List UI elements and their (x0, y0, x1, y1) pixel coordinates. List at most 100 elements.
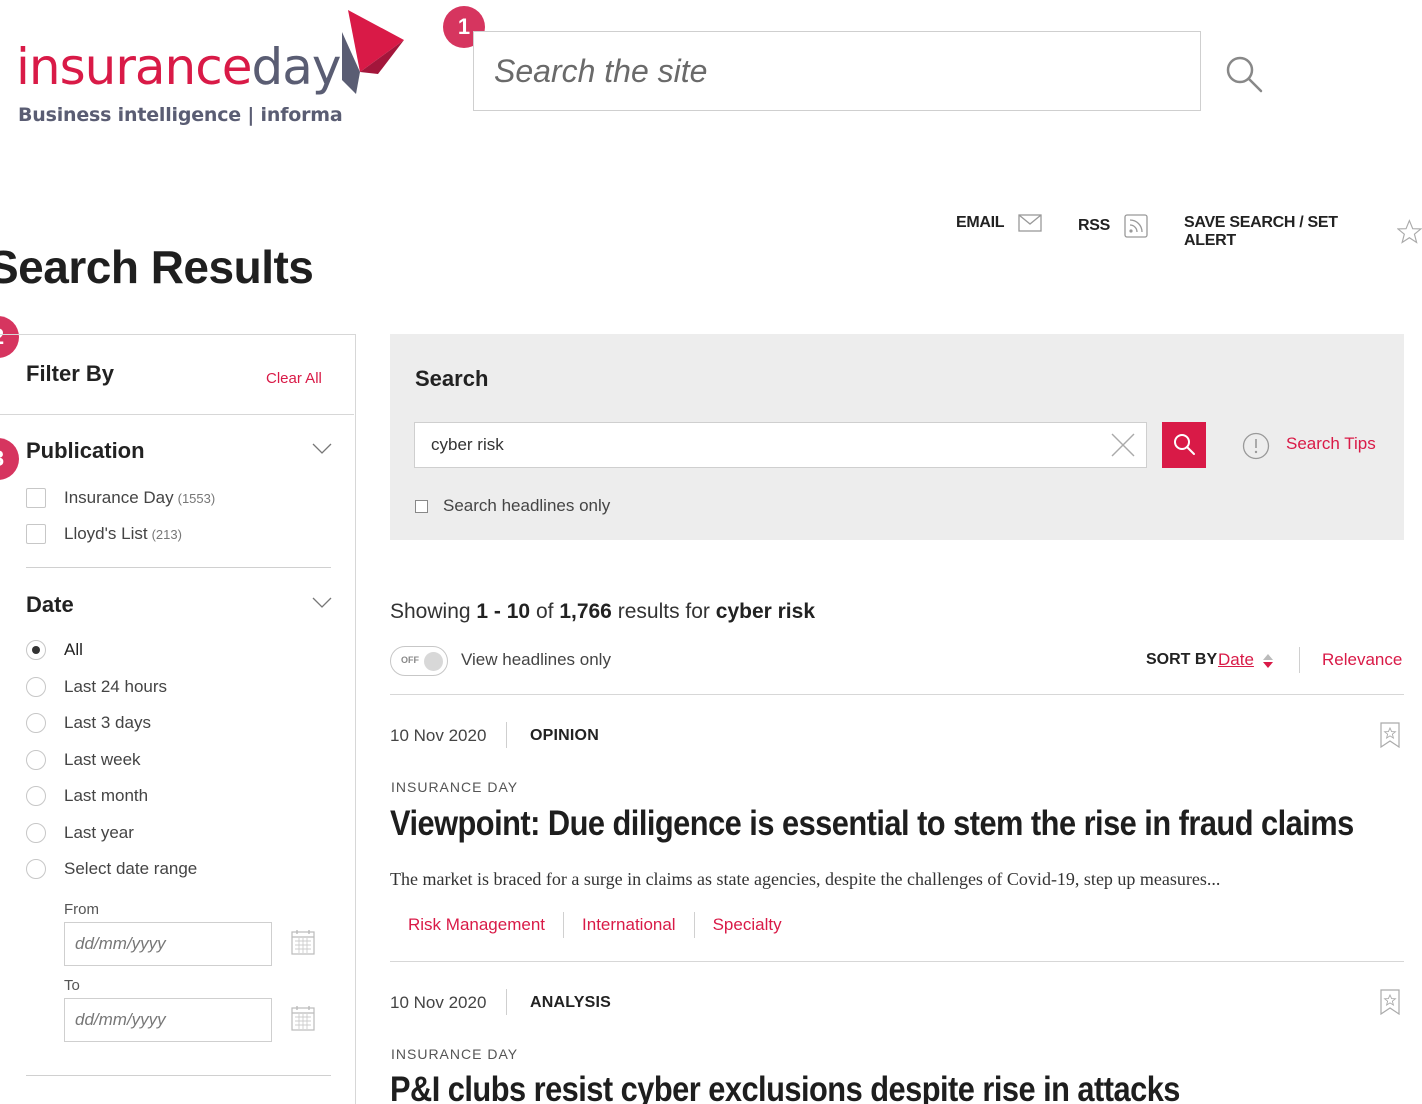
result-title[interactable]: P&I clubs resist cyber exclusions despit… (390, 1070, 1180, 1104)
date-option[interactable]: Last month (26, 785, 148, 807)
view-headlines-label: View headlines only (461, 650, 611, 669)
date-option-label: Last year (64, 823, 134, 842)
query-input[interactable] (415, 423, 1146, 467)
logo-wordmark[interactable]: insuranceday (16, 42, 341, 92)
publication-count: (213) (151, 526, 182, 542)
divider (26, 1075, 331, 1076)
radio-selected[interactable] (26, 640, 46, 660)
results-summary: Showing 1 - 10 of 1,766 results for cybe… (390, 600, 815, 624)
rss-action[interactable]: RSS (1078, 214, 1148, 238)
radio[interactable] (26, 859, 46, 879)
date-option[interactable]: Last 3 days (26, 712, 151, 734)
to-date-field (64, 998, 272, 1042)
results-for: results for (617, 600, 710, 623)
date-option-label: Last week (64, 750, 141, 769)
radio[interactable] (26, 677, 46, 697)
results-term: cyber risk (715, 600, 816, 623)
publication-section-title[interactable]: Publication (26, 438, 145, 464)
from-date-field (64, 922, 272, 966)
rss-label: RSS (1078, 217, 1110, 234)
date-section-title[interactable]: Date (26, 592, 74, 618)
divider (506, 722, 507, 748)
bookmark-icon[interactable] (1380, 989, 1400, 1015)
search-icon (1174, 433, 1195, 455)
site-search-input[interactable] (474, 32, 1200, 110)
divider (390, 961, 1404, 962)
publication-option[interactable]: Lloyd's List (213) (26, 523, 182, 545)
date-option-label: Last 3 days (64, 713, 151, 732)
result-date: 10 Nov 2020 (390, 726, 487, 745)
of-word: of (535, 600, 554, 623)
result-type[interactable]: ANALYSIS (530, 994, 611, 1012)
divider (563, 912, 565, 938)
from-date-input[interactable] (65, 923, 271, 965)
bookmark-icon[interactable] (1380, 722, 1400, 748)
publication-option[interactable]: Insurance Day (1553) (26, 487, 215, 509)
publication-label: Lloyd's List (64, 524, 148, 543)
result-title[interactable]: Viewpoint: Due diligence is essential to… (390, 804, 1354, 844)
radio[interactable] (26, 713, 46, 733)
date-option[interactable]: Last week (26, 749, 141, 771)
clear-all-link[interactable]: Clear All (266, 370, 322, 387)
radio[interactable] (26, 786, 46, 806)
to-date-input[interactable] (65, 999, 271, 1041)
date-option[interactable]: Select date range (26, 858, 197, 880)
publication-count: (1553) (177, 490, 216, 506)
result-publication: INSURANCE DAY (391, 779, 519, 795)
chevron-down-icon[interactable] (312, 443, 332, 455)
search-panel-title: Search (415, 366, 489, 391)
to-label: To (64, 977, 80, 994)
logo-play-mark-icon (342, 10, 404, 94)
calendar-icon[interactable] (291, 929, 315, 955)
date-option-label: Last 24 hours (64, 677, 168, 696)
result-summary: The market is braced for a surge in clai… (390, 869, 1221, 889)
result-type[interactable]: OPINION (530, 727, 599, 745)
headlines-only-label: Search headlines only (443, 496, 611, 515)
date-option[interactable]: Last 24 hours (26, 676, 167, 698)
date-option[interactable]: Last year (26, 822, 134, 844)
email-action[interactable]: EMAIL (956, 214, 1042, 232)
radio[interactable] (26, 750, 46, 770)
star-icon (1397, 219, 1422, 244)
chevron-down-icon[interactable] (312, 597, 332, 609)
calendar-icon[interactable] (291, 1005, 315, 1031)
sort-by-label: SORT BY (1146, 651, 1218, 668)
filter-sidebar: Filter By Clear All Publication Insuranc… (0, 334, 356, 1104)
sort-arrows-icon[interactable] (1262, 652, 1274, 670)
date-option[interactable]: All (26, 639, 83, 661)
result-tags: Risk Management International Specialty (408, 912, 782, 938)
sort-date-link[interactable]: Date (1218, 650, 1254, 670)
from-label: From (64, 901, 99, 918)
page-title: Search Results (0, 241, 314, 293)
result-tag[interactable]: Risk Management (408, 915, 545, 935)
results-total: 1,766 (559, 600, 612, 623)
checkbox[interactable] (415, 499, 428, 513)
checkbox[interactable] (26, 488, 46, 508)
checkbox[interactable] (26, 524, 46, 544)
results-range: 1 - 10 (476, 600, 531, 623)
divider (693, 912, 695, 938)
result-publication: INSURANCE DAY (391, 1046, 519, 1062)
toggle-knob (424, 652, 443, 671)
save-search-action[interactable]: SAVE SEARCH / SET ALERT (1184, 214, 1422, 250)
search-icon[interactable] (1224, 54, 1264, 94)
date-option-label: Select date range (64, 859, 198, 878)
divider (1299, 647, 1300, 673)
email-label: EMAIL (956, 214, 1005, 231)
result-tag[interactable]: Specialty (713, 915, 782, 935)
search-submit-button[interactable] (1162, 422, 1206, 468)
headlines-toggle[interactable]: OFF (390, 646, 448, 676)
date-option-label: All (64, 640, 83, 659)
clear-query-icon[interactable] (1110, 432, 1136, 458)
sort-relevance-link[interactable]: Relevance (1322, 650, 1402, 670)
divider (506, 989, 507, 1015)
search-tips-link[interactable]: Search Tips (1286, 434, 1376, 454)
radio[interactable] (26, 823, 46, 843)
save-search-label: SAVE SEARCH / SET ALERT (1184, 214, 1338, 249)
toggle-state: OFF (401, 655, 419, 665)
info-icon[interactable] (1242, 432, 1270, 460)
result-tag[interactable]: International (582, 915, 676, 935)
showing-prefix: Showing (390, 600, 471, 623)
filter-title: Filter By (26, 361, 115, 386)
headlines-only-option[interactable]: Search headlines only (415, 496, 610, 516)
